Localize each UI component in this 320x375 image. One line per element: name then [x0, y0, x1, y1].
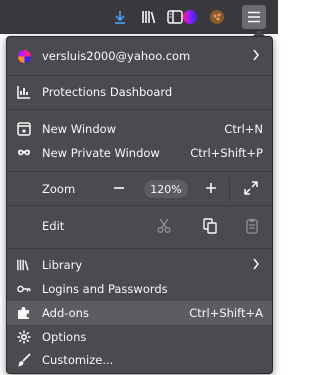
fullscreen-icon[interactable]: [243, 180, 259, 199]
customize-item[interactable]: Customize...: [7, 348, 272, 372]
new-private-window-label: New Private Window: [42, 146, 160, 160]
new-private-window-shortcut: Ctrl+Shift+P: [190, 146, 263, 160]
account-row[interactable]: versluis2000@yahoo.com: [7, 44, 272, 68]
extension-icon[interactable]: [178, 5, 202, 29]
addons-shortcut: Ctrl+Shift+A: [189, 306, 263, 320]
separator: [7, 75, 272, 76]
profile-extension-icon[interactable]: [205, 5, 229, 29]
account-email: versluis2000@yahoo.com: [42, 49, 191, 63]
logins-passwords-item[interactable]: Logins and Passwords: [7, 277, 272, 301]
hamburger-menu-icon[interactable]: [242, 5, 266, 29]
logins-label: Logins and Passwords: [42, 282, 168, 296]
new-window-icon: [17, 122, 31, 136]
zoom-in-icon[interactable]: [203, 179, 219, 200]
key-icon: [17, 282, 31, 296]
chevron-right-icon: [252, 49, 260, 64]
library-icon[interactable]: [138, 5, 162, 29]
protections-dashboard-item[interactable]: Protections Dashboard: [7, 80, 272, 104]
zoom-divider: [229, 177, 230, 201]
library-icon: [17, 258, 31, 272]
app-menu-panel: versluis2000@yahoo.com Protections Dashb…: [6, 36, 273, 374]
cut-icon[interactable]: [157, 218, 171, 237]
browser-toolbar: [0, 0, 278, 34]
edit-label: Edit: [42, 219, 65, 233]
options-item[interactable]: Options: [7, 325, 272, 349]
library-label: Library: [42, 258, 83, 272]
download-icon[interactable]: [108, 5, 132, 29]
separator: [7, 171, 272, 172]
separator: [7, 205, 272, 206]
separator: [7, 109, 272, 110]
library-item[interactable]: Library: [7, 253, 272, 277]
paste-icon[interactable]: [246, 218, 258, 237]
options-label: Options: [42, 330, 87, 344]
zoom-label: Zoom: [42, 182, 76, 196]
private-window-icon: [17, 146, 31, 160]
zoom-out-icon[interactable]: [111, 179, 127, 200]
chevron-right-icon: [252, 258, 260, 273]
separator: [7, 248, 272, 249]
addons-label: Add-ons: [42, 306, 89, 320]
addons-item[interactable]: Add-ons Ctrl+Shift+A: [7, 301, 272, 325]
protections-icon: [17, 85, 31, 99]
brush-icon: [17, 353, 31, 367]
new-private-window-item[interactable]: New Private Window Ctrl+Shift+P: [7, 141, 272, 165]
puzzle-icon: [17, 306, 31, 320]
edit-row: Edit: [7, 214, 272, 238]
new-window-shortcut: Ctrl+N: [224, 122, 263, 136]
zoom-level-button[interactable]: 120%: [144, 180, 188, 198]
gear-icon: [17, 330, 31, 344]
zoom-row: Zoom 120%: [7, 177, 272, 201]
copy-icon[interactable]: [203, 218, 217, 237]
customize-label: Customize...: [42, 353, 114, 367]
new-window-item[interactable]: New Window Ctrl+N: [7, 117, 272, 141]
new-window-label: New Window: [42, 122, 117, 136]
account-avatar: [17, 49, 31, 63]
protections-label: Protections Dashboard: [42, 85, 173, 99]
